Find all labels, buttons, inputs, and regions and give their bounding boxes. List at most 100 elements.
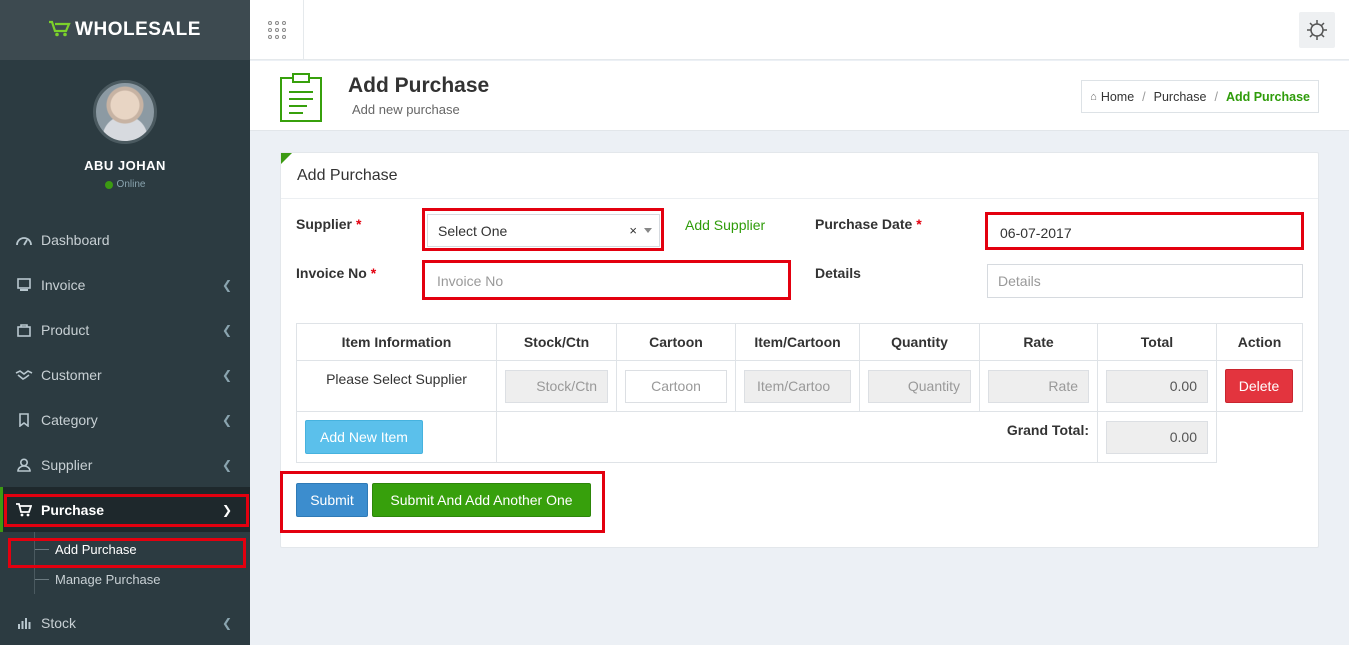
- col-stock-ctn: Stock/Ctn: [496, 323, 617, 361]
- breadcrumb: ⌂ Home / Purchase / Add Purchase: [1081, 80, 1319, 113]
- supplier-label-text: Supplier: [296, 216, 353, 232]
- add-new-item-button[interactable]: Add New Item: [305, 420, 423, 454]
- col-item-information: Item Information: [296, 323, 497, 361]
- topbar: [250, 0, 1349, 60]
- total-cell: 0.00: [1097, 360, 1217, 412]
- chevron-left-icon: ❮: [221, 413, 232, 427]
- sidebar-item-category[interactable]: Category ❮: [0, 397, 250, 442]
- avatar[interactable]: [93, 80, 157, 144]
- logo-bar: WHOLESALE: [0, 0, 250, 60]
- brand-name: WHOLESALE: [75, 19, 201, 40]
- quantity-cell: Quantity: [859, 360, 980, 412]
- submenu-manage-purchase[interactable]: Manage Purchase: [0, 564, 250, 594]
- rate-cell: Rate: [979, 360, 1098, 412]
- submit-add-another-button[interactable]: Submit And Add Another One: [372, 483, 591, 517]
- rate-input[interactable]: Rate: [988, 369, 1089, 403]
- online-dot-icon: [104, 180, 113, 189]
- dropdown-arrow-icon: [644, 228, 652, 233]
- purchase-date-label-text: Purchase Date: [815, 216, 913, 232]
- sidebar-item-stock[interactable]: Stock ❮: [0, 600, 250, 645]
- col-item-cartoon: Item/Cartoon: [735, 323, 860, 361]
- col-quantity: Quantity: [859, 323, 980, 361]
- grand-total-input: 0.00: [1106, 420, 1208, 454]
- item-cartoon-cell: Item/Cartoo: [735, 360, 860, 412]
- sidebar-menu: Dashboard Invoice ❮ Product ❮ Customer ❮: [0, 217, 250, 645]
- breadcrumb-purchase[interactable]: Purchase: [1154, 90, 1207, 104]
- item-cartoon-input[interactable]: Item/Cartoo: [744, 369, 851, 403]
- cart-icon: [15, 502, 33, 518]
- table-footer-row: Grand Total: 0.00: [296, 411, 1303, 463]
- page-subtitle: Add new purchase: [352, 102, 460, 117]
- col-rate: Rate: [979, 323, 1098, 361]
- home-icon: ⌂: [1090, 90, 1097, 103]
- required-mark: *: [356, 216, 362, 232]
- gear-icon: [1307, 20, 1327, 40]
- submenu-add-purchase[interactable]: Add Purchase: [0, 534, 250, 564]
- supplier-select[interactable]: Select One ×: [427, 214, 660, 247]
- empty-cell: [1217, 412, 1303, 463]
- purchase-date-label: Purchase Date *: [815, 216, 922, 232]
- breadcrumb-current: Add Purchase: [1225, 89, 1310, 104]
- user-status-text: Online: [116, 179, 146, 190]
- sidebar-item-label: Purchase: [41, 501, 105, 518]
- cartoon-input[interactable]: Cartoon: [625, 369, 727, 403]
- table-row: Please Select Supplier Stock/Ctn Cartoon…: [296, 360, 1303, 412]
- sidebar-item-label: Product: [41, 321, 90, 338]
- settings-button[interactable]: [1299, 12, 1335, 48]
- brand-logo[interactable]: WHOLESALE: [49, 19, 201, 42]
- chevron-left-icon: ❮: [221, 323, 232, 337]
- sidebar-item-customer[interactable]: Customer ❮: [0, 352, 250, 397]
- purchase-date-input[interactable]: 06-07-2017: [990, 217, 1300, 248]
- panel-title: Add Purchase: [297, 167, 398, 184]
- supplier-label: Supplier *: [296, 216, 361, 232]
- col-action: Action: [1216, 323, 1303, 361]
- bar-chart-icon: [15, 615, 33, 631]
- purchase-submenu: Add Purchase Manage Purchase: [0, 532, 250, 600]
- grand-total-cell: 0.00: [1097, 411, 1217, 463]
- sidebar-item-label: Category: [41, 411, 98, 428]
- invoice-icon: [15, 277, 33, 293]
- sidebar-item-product[interactable]: Product ❮: [0, 307, 250, 352]
- sidebar-item-label: Customer: [41, 366, 102, 383]
- divider: [281, 198, 1318, 199]
- delete-button[interactable]: Delete: [1225, 369, 1293, 403]
- apps-grid-button[interactable]: [250, 0, 304, 60]
- breadcrumb-separator: /: [1214, 89, 1218, 104]
- chevron-left-icon: ❮: [221, 616, 232, 630]
- chevron-left-icon: ❮: [221, 368, 232, 382]
- page-title: Add Purchase: [348, 74, 490, 97]
- required-mark: *: [370, 265, 377, 281]
- invoice-label: Invoice No *: [296, 265, 376, 281]
- chevron-left-icon: ❮: [221, 458, 232, 472]
- total-input[interactable]: 0.00: [1106, 369, 1208, 403]
- supplier-select-value: Select One: [438, 222, 508, 239]
- chevron-down-icon: ❯: [221, 503, 232, 517]
- panel-corner-accent: [281, 153, 292, 164]
- bookmark-icon: [15, 412, 33, 428]
- apps-grid-icon: [267, 21, 286, 39]
- details-textarea[interactable]: Details: [987, 264, 1303, 298]
- clear-icon[interactable]: ×: [629, 223, 637, 238]
- details-label: Details: [815, 265, 861, 281]
- quantity-input[interactable]: Quantity: [868, 369, 971, 403]
- user-status: Online: [104, 179, 146, 190]
- col-total: Total: [1097, 323, 1217, 361]
- invoice-no-input[interactable]: Invoice No: [427, 266, 785, 295]
- submit-button[interactable]: Submit: [296, 483, 368, 517]
- clipboard-icon: [279, 72, 323, 123]
- col-cartoon: Cartoon: [616, 323, 736, 361]
- content-header: Add Purchase Add new purchase ⌂ Home / P…: [250, 61, 1349, 131]
- stock-ctn-input[interactable]: Stock/Ctn: [505, 369, 608, 403]
- sidebar-item-purchase[interactable]: Purchase ❯: [0, 487, 250, 532]
- handshake-icon: [15, 367, 33, 383]
- invoice-label-text: Invoice No: [296, 265, 367, 281]
- sidebar-item-invoice[interactable]: Invoice ❮: [0, 262, 250, 307]
- table-header-row: Item Information Stock/Ctn Cartoon Item/…: [296, 323, 1303, 361]
- user-name: ABU JOHAN: [84, 158, 166, 173]
- cartoon-cell: Cartoon: [616, 360, 736, 412]
- add-supplier-link[interactable]: Add Supplier: [685, 217, 765, 233]
- dashboard-icon: [15, 232, 33, 248]
- breadcrumb-home[interactable]: Home: [1101, 90, 1134, 104]
- sidebar-item-supplier[interactable]: Supplier ❮: [0, 442, 250, 487]
- sidebar-item-dashboard[interactable]: Dashboard: [0, 217, 250, 262]
